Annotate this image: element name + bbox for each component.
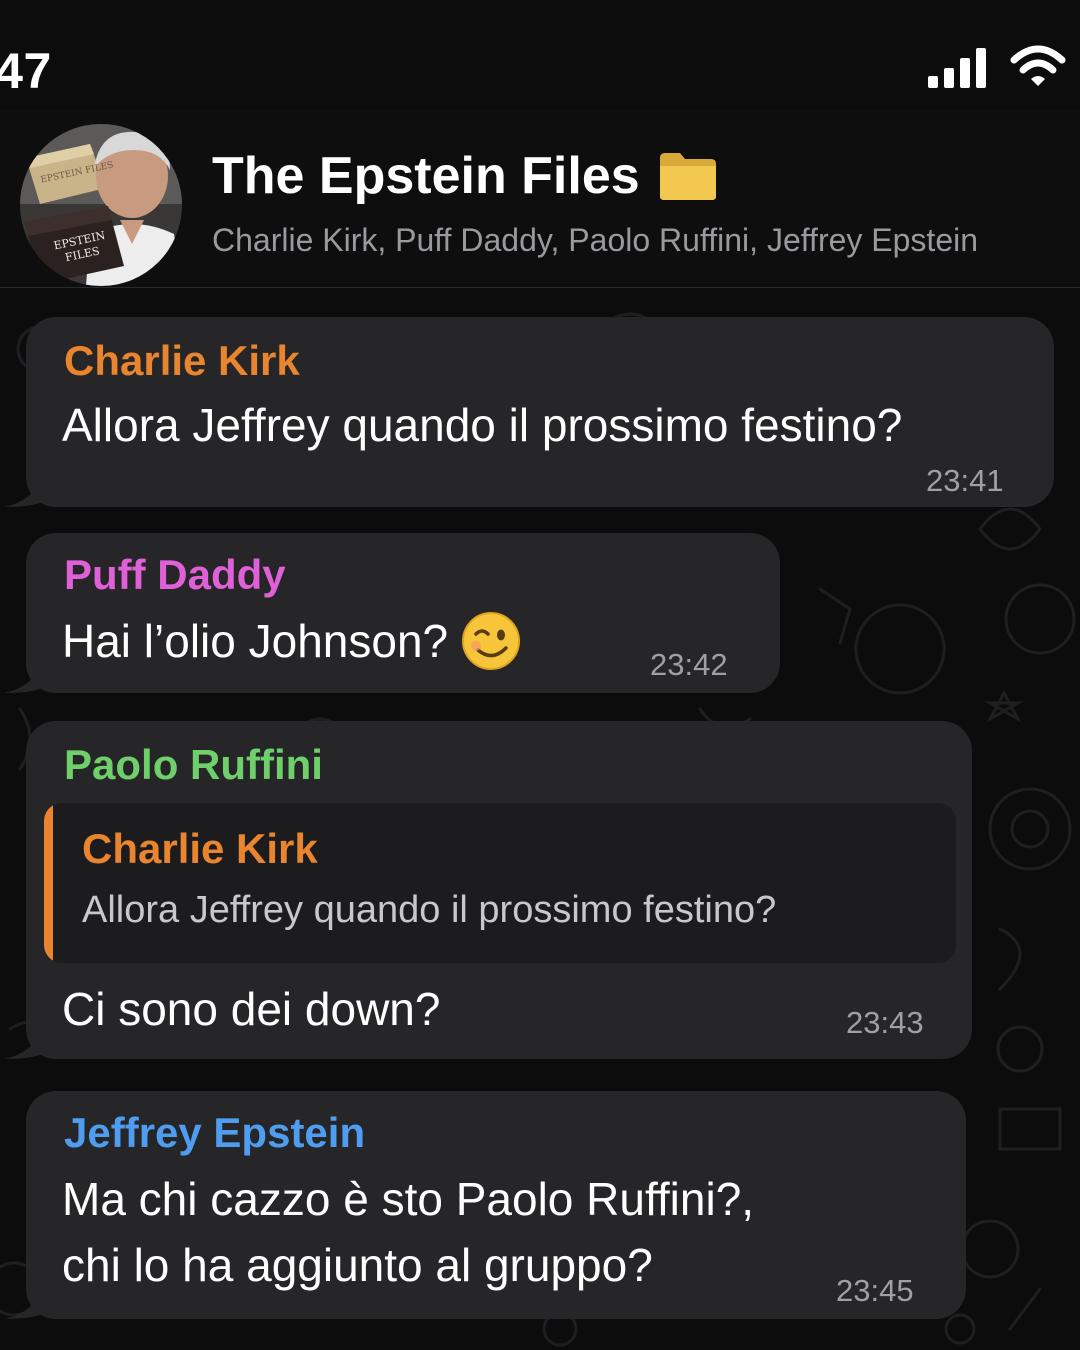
message-bubble[interactable]: Charlie Kirk Allora Jeffrey quando il pr… [4, 317, 1054, 507]
message-sender[interactable]: Jeffrey Epstein [64, 1109, 365, 1157]
chat-members: Charlie Kirk, Puff Daddy, Paolo Ruffini,… [212, 222, 979, 258]
avatar-image [20, 124, 182, 286]
message-sender[interactable]: Charlie Kirk [64, 337, 300, 385]
message-text-line-1: Ma chi cazzo è sto Paolo Ruffini?, [62, 1173, 755, 1225]
bubble-tail [4, 1285, 44, 1319]
status-bar: :47 [0, 0, 1080, 120]
reply-quote[interactable]: Charlie Kirk Allora Jeffrey quando il pr… [44, 803, 956, 963]
reply-accent-bar [44, 803, 53, 963]
status-time: :47 [0, 43, 52, 99]
wifi-icon [1010, 45, 1066, 86]
message-bubble[interactable]: Paolo Ruffini Charlie Kirk Allora Jeffre… [4, 721, 972, 1059]
bubble-tail [4, 659, 44, 693]
message-time: 23:43 [846, 1005, 924, 1040]
message-bubble[interactable]: Puff Daddy Hai l’olio Johnson? 23:42 [4, 533, 780, 693]
chat-header: EPSTEIN FILES EPSTEIN FILES The Epstein … [0, 110, 1080, 288]
winking-face-emoji [462, 611, 521, 670]
group-avatar[interactable]: EPSTEIN FILES EPSTEIN FILES [20, 124, 182, 286]
folder-icon [659, 153, 716, 200]
reply-sender: Charlie Kirk [82, 825, 318, 872]
message-time: 23:41 [926, 463, 1004, 498]
message-text: Ci sono dei down? [62, 983, 441, 1035]
message-bubble[interactable]: Jeffrey Epstein Ma chi cazzo è sto Paolo… [4, 1091, 966, 1319]
bubble-tail [4, 1025, 44, 1059]
message-text: Allora Jeffrey quando il prossimo festin… [62, 399, 903, 451]
chat-title-row[interactable]: The Epstein Files [212, 146, 718, 206]
message-sender[interactable]: Puff Daddy [64, 551, 286, 599]
chat-area[interactable]: Charlie Kirk Allora Jeffrey quando il pr… [0, 289, 1080, 1350]
message-time: 23:45 [836, 1273, 914, 1308]
message-sender[interactable]: Paolo Ruffini [64, 741, 323, 789]
message-time: 23:42 [650, 647, 728, 682]
reply-text: Allora Jeffrey quando il prossimo festin… [82, 889, 777, 931]
message-text: Hai l’olio Johnson? [62, 609, 521, 674]
signal-icon [928, 48, 986, 88]
bubble-tail [4, 473, 44, 507]
message-text-content: Hai l’olio Johnson? [62, 615, 449, 667]
message-text-line-2: chi lo ha aggiunto al gruppo? [62, 1239, 653, 1291]
telegram-chat-screen: :47 [0, 0, 1080, 1350]
chat-title: The Epstein Files [212, 147, 640, 205]
